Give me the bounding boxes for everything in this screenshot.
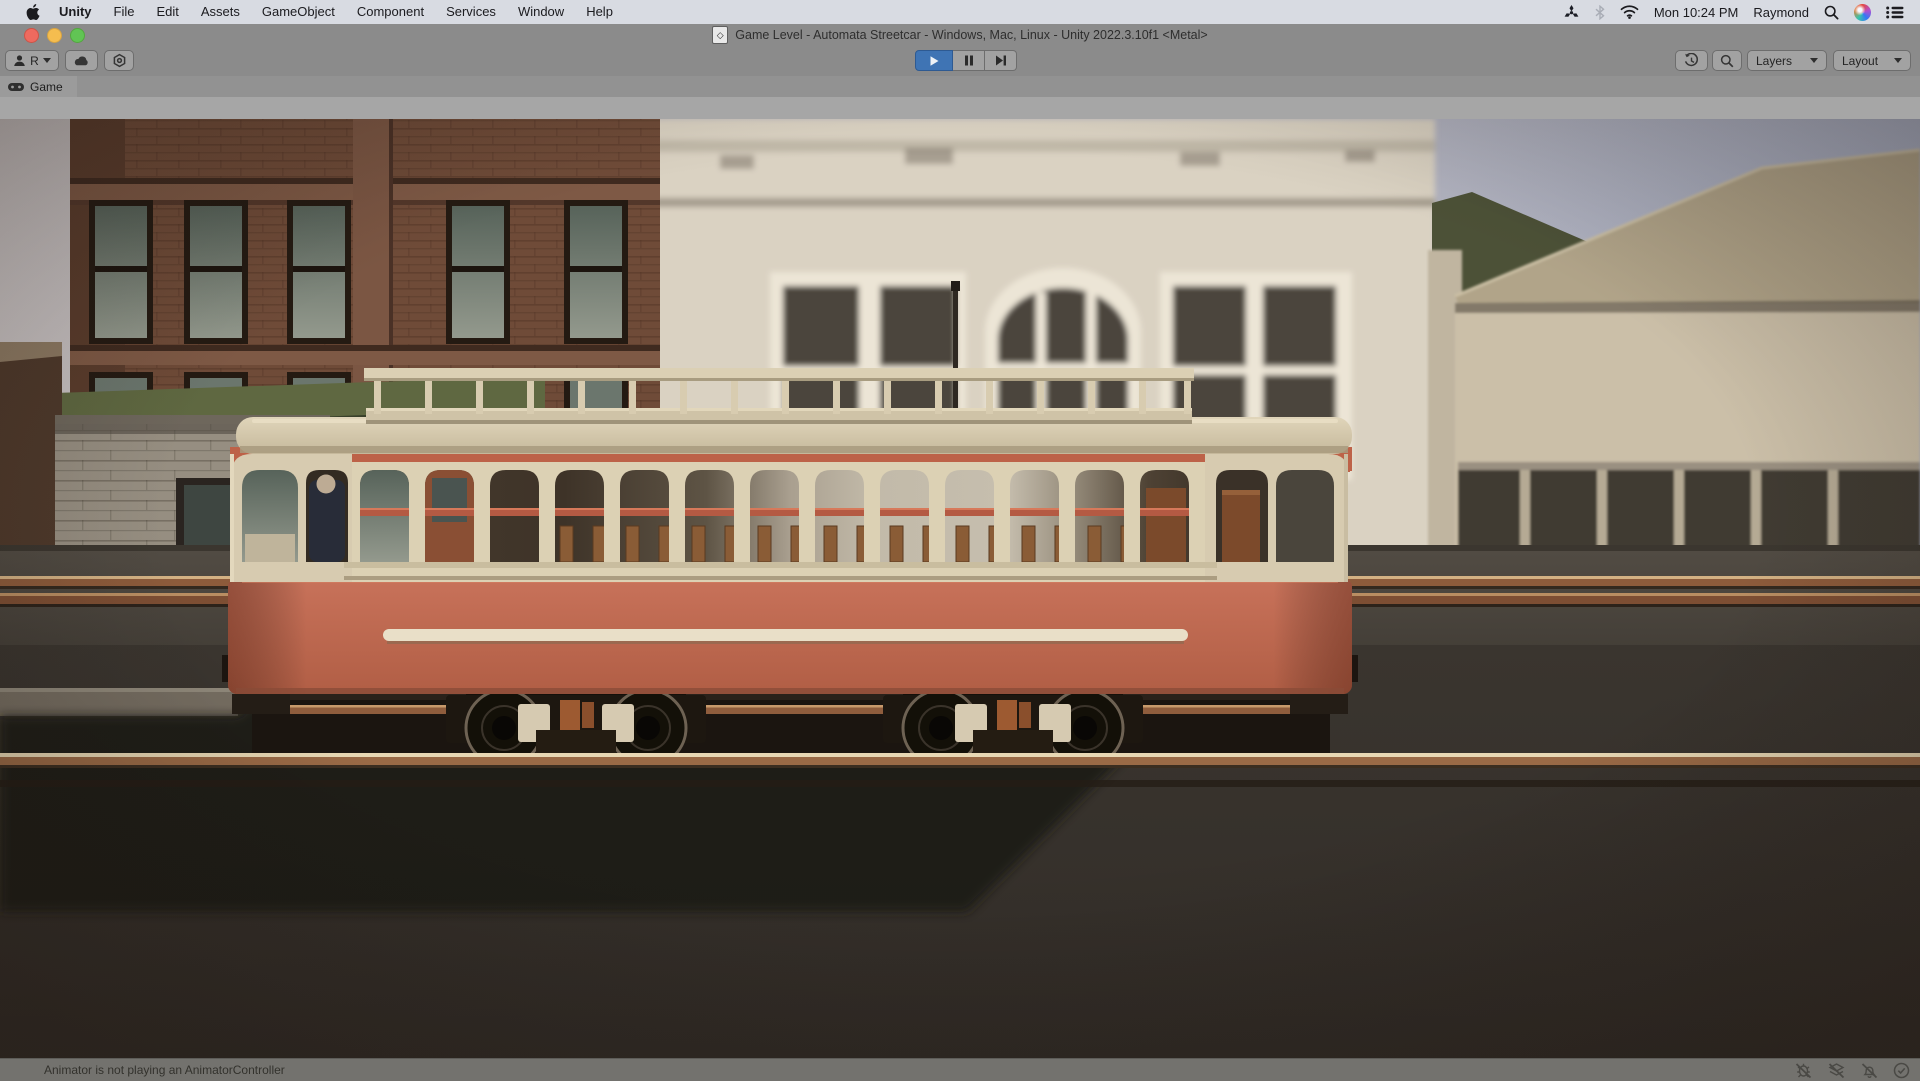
person-icon xyxy=(13,54,26,67)
window-title: Game Level - Automata Streetcar - Window… xyxy=(735,28,1207,42)
scene-vignette xyxy=(0,119,1920,1058)
notifications-disabled-icon[interactable] xyxy=(1860,1062,1879,1079)
unity-hub-status-icon[interactable] xyxy=(1563,2,1580,22)
chevron-down-icon xyxy=(43,58,51,63)
menu-file[interactable]: File xyxy=(103,0,146,24)
search-icon xyxy=(1720,54,1734,68)
layers-label: Layers xyxy=(1756,54,1792,68)
gear-icon xyxy=(112,53,127,68)
tab-game[interactable]: Game xyxy=(0,76,77,97)
menu-edit[interactable]: Edit xyxy=(145,0,189,24)
wifi-icon[interactable] xyxy=(1620,2,1639,22)
apple-menu-icon[interactable] xyxy=(18,2,48,22)
tab-game-label: Game xyxy=(30,80,63,94)
layout-dropdown[interactable]: Layout xyxy=(1833,50,1911,71)
play-icon xyxy=(928,55,940,67)
bluetooth-icon[interactable] xyxy=(1595,2,1605,22)
cloud-services-button[interactable] xyxy=(65,50,98,71)
layers-dropdown[interactable]: Layers xyxy=(1747,50,1827,71)
siri-icon[interactable] xyxy=(1854,2,1871,22)
step-icon xyxy=(995,55,1007,66)
debugger-disabled-icon[interactable] xyxy=(1794,1062,1813,1079)
settings-hub-button[interactable] xyxy=(104,50,134,71)
background-tasks-icon[interactable] xyxy=(1893,1062,1910,1079)
menu-component[interactable]: Component xyxy=(346,0,435,24)
cache-layers-disabled-icon[interactable] xyxy=(1827,1062,1846,1079)
menubar-user[interactable]: Raymond xyxy=(1753,5,1809,20)
streetcar-scene xyxy=(0,119,1920,1058)
tab-row xyxy=(0,76,1920,98)
menu-gameobject[interactable]: GameObject xyxy=(251,0,346,24)
menubar-clock[interactable]: Mon 10:24 PM xyxy=(1654,5,1739,20)
menu-services[interactable]: Services xyxy=(435,0,507,24)
game-viewport[interactable] xyxy=(0,119,1920,1058)
unity-status-bar[interactable]: Animator is not playing an AnimatorContr… xyxy=(0,1058,1920,1081)
unity-project-doc-icon: ◇ xyxy=(712,26,728,44)
step-button[interactable] xyxy=(985,50,1017,71)
history-icon xyxy=(1684,53,1699,68)
menu-assets[interactable]: Assets xyxy=(190,0,251,24)
pause-icon xyxy=(964,55,974,66)
layout-label: Layout xyxy=(1842,54,1878,68)
game-view-controls xyxy=(0,97,1920,120)
control-center-list-icon[interactable] xyxy=(1886,2,1904,22)
undo-history-button[interactable] xyxy=(1675,50,1708,71)
account-initial: R xyxy=(30,54,39,68)
chevron-down-icon xyxy=(1894,58,1902,63)
window-title-area: ◇ Game Level - Automata Streetcar - Wind… xyxy=(0,24,1920,46)
menu-help[interactable]: Help xyxy=(575,0,624,24)
menu-window[interactable]: Window xyxy=(507,0,575,24)
spotlight-search-icon[interactable] xyxy=(1824,2,1839,22)
account-dropdown-button[interactable]: R xyxy=(5,50,59,71)
toolbar-search-button[interactable] xyxy=(1712,50,1742,71)
menu-unity[interactable]: Unity xyxy=(48,0,103,24)
chevron-down-icon xyxy=(1810,58,1818,63)
pause-button[interactable] xyxy=(953,50,985,71)
macos-menu-bar: Unity File Edit Assets GameObject Compon… xyxy=(0,0,1920,24)
cloud-icon xyxy=(73,55,90,67)
gamepad-icon xyxy=(8,82,24,92)
status-message[interactable]: Animator is not playing an AnimatorContr… xyxy=(44,1063,285,1077)
play-button[interactable] xyxy=(915,50,953,71)
